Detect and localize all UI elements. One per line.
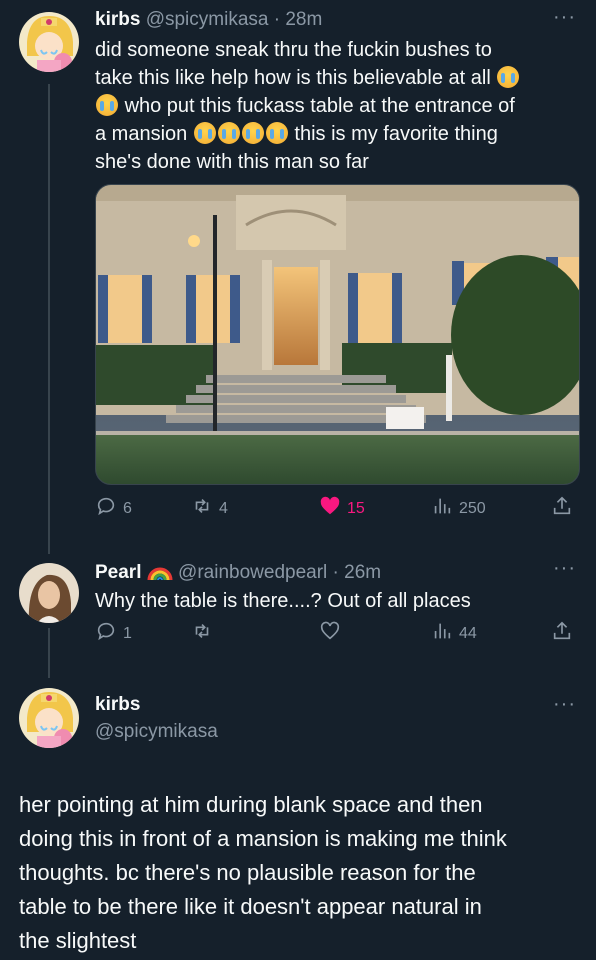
reply-button[interactable]: 1 <box>95 620 132 647</box>
avatar[interactable] <box>19 688 79 748</box>
repost-count: 4 <box>219 499 228 517</box>
text-line: she's done with this man so far <box>95 151 369 173</box>
reply-button[interactable]: 6 <box>95 495 132 522</box>
heart-icon <box>319 495 341 522</box>
repost-arrows-icon <box>191 495 213 522</box>
display-name[interactable]: Pearl <box>95 562 141 583</box>
tweet-text: Why the table is there....? Out of all p… <box>95 590 471 612</box>
text-line: her pointing at him during blank space a… <box>19 792 483 817</box>
bar-chart-icon <box>431 620 453 647</box>
text-line: a mansion <box>95 123 188 145</box>
share-upload-icon <box>551 495 573 522</box>
heart-icon <box>319 620 341 647</box>
reply-count: 1 <box>123 624 132 642</box>
more-dots-icon[interactable]: ··· <box>553 557 576 580</box>
share-button[interactable] <box>551 620 573 647</box>
tweet-text: did someone sneak thru the fuckin bushes… <box>95 36 575 176</box>
username[interactable]: @rainbowedpearl <box>178 562 327 583</box>
tweet-header: kirbs @spicymikasa · 28m <box>95 9 323 30</box>
username[interactable]: @spicymikasa <box>146 9 269 30</box>
repost-arrows-icon <box>191 620 213 647</box>
loudly-crying-face-emoji-icon <box>193 122 216 144</box>
loudly-crying-face-emoji-icon <box>497 66 520 88</box>
text-line: table to be there like it doesn't appear… <box>19 894 482 919</box>
rainbow-emoji-icon <box>147 560 173 582</box>
text-line: the slightest <box>19 928 137 953</box>
loudly-crying-face-emoji-icon <box>217 122 240 144</box>
tweet-text: her pointing at him during blank space a… <box>19 788 589 958</box>
more-dots-icon[interactable]: ··· <box>553 693 576 716</box>
timestamp[interactable]: 28m <box>285 9 322 30</box>
tweet-header: Pearl @rainbowedpearl · 26m <box>95 560 382 583</box>
repost-button[interactable] <box>191 620 219 647</box>
tweet-actions: 6 4 15 250 <box>95 495 578 525</box>
speech-bubble-icon <box>95 620 117 647</box>
text-line: this is my favorite thing <box>294 123 498 145</box>
share-upload-icon <box>551 620 573 647</box>
like-count: 15 <box>347 499 365 517</box>
thread-line <box>48 628 50 678</box>
username[interactable]: @spicymikasa <box>95 721 218 743</box>
text-line: who put this fuckass table at the entran… <box>124 95 515 117</box>
more-dots-icon[interactable]: ··· <box>553 6 576 29</box>
text-line: did someone sneak thru the fuckin bushes… <box>95 39 492 61</box>
loudly-crying-face-emoji-icon <box>96 94 118 116</box>
view-count: 44 <box>459 624 477 642</box>
view-count: 250 <box>459 499 486 517</box>
timestamp[interactable]: 26m <box>344 562 381 583</box>
display-name[interactable]: kirbs <box>95 694 140 716</box>
text-line: thoughts. bc there's no plausible reason… <box>19 860 476 885</box>
reply-count: 6 <box>123 499 132 517</box>
tweet-actions: 1 44 <box>95 620 578 650</box>
views-button[interactable]: 44 <box>431 620 477 647</box>
repost-button[interactable]: 4 <box>191 495 228 522</box>
thread-line <box>48 84 50 554</box>
text-line: take this like help how is this believab… <box>95 67 491 89</box>
like-button[interactable] <box>319 620 347 647</box>
bar-chart-icon <box>431 495 453 522</box>
avatar[interactable] <box>19 12 79 72</box>
loudly-crying-face-emoji-icon <box>241 122 264 144</box>
views-button[interactable]: 250 <box>431 495 486 522</box>
display-name[interactable]: kirbs <box>95 9 140 30</box>
speech-bubble-icon <box>95 495 117 522</box>
text-line: doing this in front of a mansion is maki… <box>19 826 507 851</box>
like-button[interactable]: 15 <box>319 495 365 522</box>
avatar[interactable] <box>19 563 79 623</box>
tweet-photo[interactable] <box>95 184 580 485</box>
loudly-crying-face-emoji-icon <box>265 122 288 144</box>
share-button[interactable] <box>551 495 573 522</box>
